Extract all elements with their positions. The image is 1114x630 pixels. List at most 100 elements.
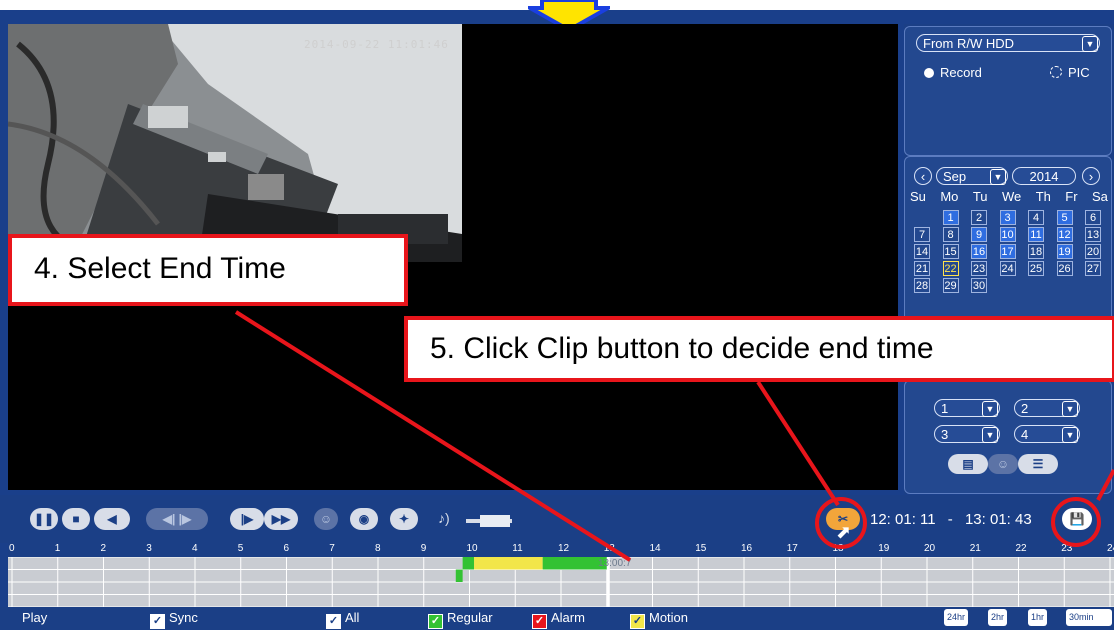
clip-time-range: 12: 01: 11 - 13: 01: 43: [870, 511, 1032, 528]
calendar-day[interactable]: 18: [1028, 244, 1044, 259]
timeline-hour-label: 13: [603, 543, 615, 554]
calendar-day[interactable]: 4: [1028, 210, 1044, 225]
calendar-day[interactable]: 23: [971, 261, 987, 276]
timeline-hour-label: 2: [100, 543, 107, 554]
timeline-grid[interactable]: [8, 557, 1114, 607]
fast-forward-button[interactable]: ▶▶: [264, 508, 298, 530]
all-checkbox[interactable]: ✓ All: [326, 610, 359, 629]
calendar-day[interactable]: 8: [942, 227, 959, 242]
channel-select-2[interactable]: 2 ▼: [1014, 399, 1080, 417]
next-frame-button[interactable]: |▶: [230, 508, 264, 530]
reverse-play-button[interactable]: ◀: [94, 508, 130, 530]
view-mode-person-button[interactable]: ☺: [988, 454, 1018, 474]
regular-checkbox[interactable]: ✓ Regular: [428, 610, 493, 629]
sync-label: Sync: [169, 610, 198, 625]
channel-select-3[interactable]: 3 ▼: [934, 425, 1000, 443]
calendar-day[interactable]: 30: [971, 278, 987, 293]
calendar-day[interactable]: 7: [914, 227, 930, 242]
calendar-day[interactable]: 13: [1085, 227, 1101, 242]
view-mode-list-button[interactable]: ☰: [1018, 454, 1058, 474]
timeline-hour-label: 24: [1107, 543, 1114, 554]
mark-pin-icon[interactable]: ✦: [390, 508, 418, 530]
calendar-day[interactable]: 12: [1056, 227, 1073, 242]
weekday-label: Su: [910, 189, 926, 204]
clip-start-time: 12: 01: 11: [870, 511, 936, 528]
checkmark-icon: ✓: [532, 614, 547, 629]
calendar-day[interactable]: 21: [914, 261, 930, 276]
timeline-hour-label: 3: [146, 543, 152, 554]
slow-play-button[interactable]: ◀| |▶: [146, 508, 208, 530]
source-select[interactable]: From R/W HDD ▼: [916, 34, 1100, 52]
calendar-day[interactable]: 19: [1056, 244, 1073, 259]
calendar-day[interactable]: 22: [942, 261, 959, 276]
alarm-checkbox[interactable]: ✓ Alarm: [532, 610, 585, 629]
radio-selected-icon: [924, 68, 934, 78]
channel-select-4[interactable]: 4 ▼: [1014, 425, 1080, 443]
checkmark-icon: ✓: [428, 614, 443, 629]
all-label: All: [345, 610, 360, 625]
zoom-30min-button[interactable]: 30min: [1066, 609, 1112, 626]
month-value: Sep: [943, 169, 967, 184]
chevron-down-icon: ▼: [982, 401, 998, 417]
pause-button[interactable]: ❚❚: [30, 508, 58, 530]
calendar-day[interactable]: 3: [999, 210, 1016, 225]
motion-checkbox[interactable]: ✓ Motion: [630, 610, 688, 629]
calendar-day[interactable]: 1: [942, 210, 959, 225]
calendar-day[interactable]: 29: [942, 278, 959, 293]
channel-select-1[interactable]: 1 ▼: [934, 399, 1000, 417]
prev-month-button[interactable]: ‹: [914, 167, 932, 185]
calendar-day[interactable]: 17: [999, 244, 1016, 259]
timeline-hour-label: 16: [741, 543, 753, 554]
calendar-day[interactable]: 20: [1085, 244, 1101, 259]
zoom-1hr-button[interactable]: 1hr: [1028, 609, 1048, 626]
view-mode-film-button[interactable]: ▤: [948, 454, 988, 474]
channel-label: 4: [1021, 427, 1029, 442]
camera-image: [8, 24, 462, 262]
timeline-hour-ruler: 0123456789101112131415161718192021222324: [8, 543, 1114, 557]
timeline-hour-label: 19: [878, 543, 890, 554]
calendar-day[interactable]: 25: [1028, 261, 1044, 276]
month-select[interactable]: Sep ▼: [936, 167, 1008, 185]
record-radio[interactable]: Record: [924, 65, 982, 80]
save-button-highlight: [1051, 497, 1101, 547]
checkmark-icon: ✓: [150, 614, 165, 629]
volume-slider-handle[interactable]: [480, 515, 510, 527]
side-panel: From R/W HDD ▼ Record PIC ‹ Sep ▼ 2014 ›…: [904, 24, 1114, 494]
timeline-hour-label: 8: [375, 543, 381, 554]
calendar-day[interactable]: 24: [999, 261, 1016, 276]
year-select[interactable]: 2014: [1012, 167, 1076, 185]
volume-icon[interactable]: ♪): [438, 510, 450, 526]
calendar-day[interactable]: 2: [971, 210, 987, 225]
calendar-day[interactable]: 14: [914, 244, 930, 259]
timeline-hour-label: 5: [237, 543, 244, 554]
camera-view: 2014-09-22 11:01:46: [8, 24, 462, 262]
timeline[interactable]: 0123456789101112131415161718192021222324…: [8, 543, 1114, 607]
timeline-hour-label: 22: [1015, 543, 1027, 554]
calendar-day[interactable]: 15: [942, 244, 959, 259]
stop-button[interactable]: ■: [62, 508, 90, 530]
play-label: Play: [22, 610, 48, 625]
smart-search-icon[interactable]: ☺: [314, 508, 338, 530]
calendar-day[interactable]: 9: [971, 227, 987, 242]
sync-checkbox[interactable]: ✓ Sync: [150, 610, 198, 629]
pic-radio[interactable]: PIC: [1050, 65, 1090, 80]
zoom-24hr-button[interactable]: 24hr: [944, 609, 969, 626]
camera-timestamp: 2014-09-22 11:01:46: [304, 38, 449, 51]
legend-bar: Play ✓ Sync ✓ All ✓ Regular ✓ Alarm ✓ Motion …: [0, 607, 1114, 630]
calendar-day[interactable]: 27: [1085, 261, 1101, 276]
next-month-button[interactable]: ›: [1082, 167, 1100, 185]
calendar-day[interactable]: 5: [1056, 210, 1073, 225]
weekday-header: Su Mo Tu We Th Fr Sa: [910, 189, 1114, 204]
timeline-hour-label: 15: [695, 543, 707, 554]
calendar-day[interactable]: 16: [971, 244, 987, 259]
calendar-day[interactable]: 26: [1056, 261, 1073, 276]
calendar-day[interactable]: 6: [1085, 210, 1101, 225]
calendar-day[interactable]: 28: [914, 278, 930, 293]
calendar-day[interactable]: 10: [999, 227, 1016, 242]
year-value: 2014: [1029, 169, 1059, 184]
snapshot-camera-icon[interactable]: ◉: [350, 508, 378, 530]
pic-label: PIC: [1068, 65, 1090, 80]
calendar-day[interactable]: 11: [1028, 227, 1044, 242]
volume-slider[interactable]: [466, 515, 512, 527]
zoom-2hr-button[interactable]: 2hr: [988, 609, 1008, 626]
